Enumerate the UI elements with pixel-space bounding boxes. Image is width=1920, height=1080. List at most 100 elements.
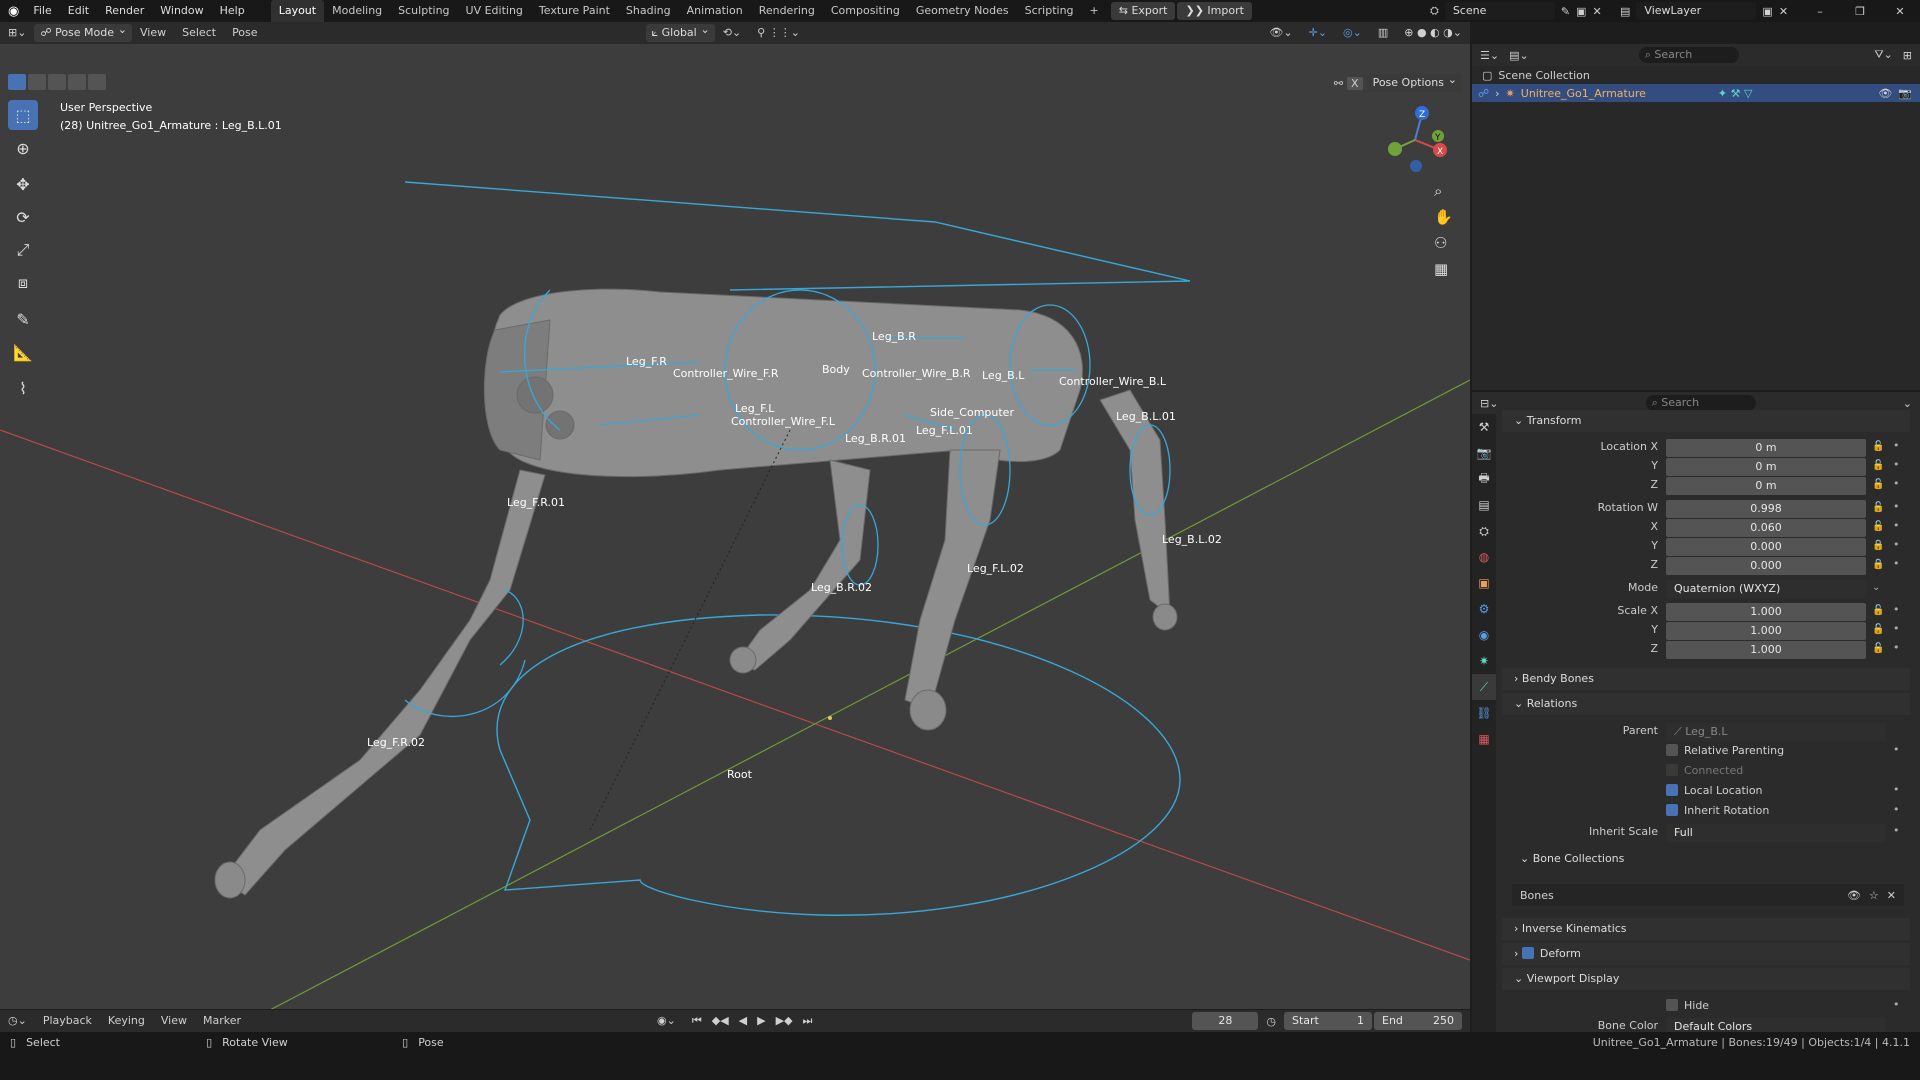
tab-texture-paint[interactable]: Texture Paint (531, 0, 618, 22)
keyframe-dot-icon[interactable]: • (1893, 622, 1900, 635)
scale-z-field[interactable]: 1.000 (1666, 641, 1866, 659)
select-intersect-icon[interactable] (88, 74, 106, 90)
menu-timeline-view[interactable]: View (153, 1010, 195, 1032)
blender-logo-icon[interactable]: ◉ (0, 4, 25, 19)
lock-icon[interactable]: 🔒 (1872, 540, 1884, 551)
location-x-field[interactable]: 0 m (1666, 439, 1866, 457)
keyframe-dot-icon[interactable]: • (1893, 538, 1900, 551)
outliner-search-input[interactable]: ⌕ Search (1638, 47, 1739, 63)
menu-keying[interactable]: Keying (100, 1010, 153, 1032)
tab-animation[interactable]: Animation (679, 0, 751, 22)
menu-playback[interactable]: Playback (35, 1010, 100, 1032)
bone-collections-subpanel[interactable]: ⌄ Bone Collections (1520, 852, 1624, 865)
keyframe-dot-icon[interactable]: • (1893, 458, 1900, 471)
zoom-icon[interactable]: ⌕ (1434, 182, 1453, 200)
tool-tab-icon[interactable]: ⚒ (1472, 414, 1496, 440)
mirror-icon[interactable]: ⚯ (1334, 77, 1343, 90)
world-tab-icon[interactable]: ◍ (1472, 544, 1496, 570)
connected-checkbox[interactable]: Connected (1666, 764, 1743, 777)
menu-file[interactable]: File (25, 0, 59, 22)
display-mode-icon[interactable]: ▤⌄ (1509, 49, 1529, 62)
lock-icon[interactable]: 🔓 (1872, 624, 1884, 635)
bone-constraint-tab-icon[interactable]: ⛓ (1472, 700, 1496, 726)
play-icon[interactable]: ▶ (757, 1014, 765, 1028)
lock-icon[interactable]: 🔓 (1872, 441, 1884, 452)
menu-select[interactable]: Select (174, 22, 224, 44)
bone-collection-item[interactable]: Bones 👁 ☆ ✕ (1512, 884, 1904, 906)
relative-parenting-checkbox[interactable]: Relative Parenting (1666, 744, 1784, 757)
tab-geometry-nodes[interactable]: Geometry Nodes (908, 0, 1017, 22)
scale-x-field[interactable]: 1.000 (1666, 603, 1866, 621)
new-collection-icon[interactable]: ⊞ (1903, 49, 1912, 62)
keyframe-dot-icon[interactable]: • (1893, 824, 1900, 837)
local-location-checkbox[interactable]: Local Location (1666, 784, 1763, 797)
keyframe-dot-icon[interactable]: • (1893, 743, 1900, 756)
render-camera-icon[interactable]: 📷 (1898, 87, 1912, 100)
end-frame-field[interactable]: End 250 (1374, 1012, 1462, 1030)
3d-viewport[interactable]: Leg_B.R Leg_F.R Controller_Wire_F.R Body… (0, 44, 1470, 1009)
play-reverse-icon[interactable]: ◀ (739, 1014, 747, 1028)
keyframe-dot-icon[interactable]: • (1893, 603, 1900, 616)
bone-tab-icon[interactable]: ⟋ (1472, 674, 1496, 700)
outliner-editor-icon[interactable]: ☰⌄ (1480, 49, 1499, 62)
scale-tool-icon[interactable]: ⤢ (8, 235, 38, 265)
keyframe-dot-icon[interactable]: • (1893, 803, 1900, 816)
rotation-y-field[interactable]: 0.000 (1666, 538, 1866, 556)
jump-start-icon[interactable]: ⏮ (692, 1014, 702, 1028)
minimize-icon[interactable]: – (1800, 5, 1840, 18)
gizmo-toggle-icon[interactable]: ✛⌄ (1301, 22, 1335, 44)
viewport-scene[interactable]: Leg_B.R Leg_F.R Controller_Wire_F.R Body… (0, 44, 1470, 1009)
shading-modes[interactable]: ⊕ ● ◐ ◑⌄ (1396, 22, 1470, 44)
keyframe-dot-icon[interactable]: • (1893, 500, 1900, 513)
viewlayer-name-field[interactable]: ViewLayer (1636, 2, 1757, 20)
menu-edit[interactable]: Edit (60, 0, 97, 22)
outliner-item-armature[interactable]: ☍ › ✷ Unitree_Go1_Armature ✦ ⚒ ▽ 👁 📷 (1472, 84, 1920, 102)
camera-view-icon[interactable]: ⚇ (1434, 234, 1453, 252)
keyframe-dot-icon[interactable]: • (1893, 998, 1900, 1011)
inherit-scale-dropdown[interactable]: Full (1666, 824, 1886, 842)
rotation-mode-dropdown[interactable]: Quaternion (WXYZ) (1666, 580, 1866, 598)
rotation-z-field[interactable]: 0.000 (1666, 557, 1866, 575)
deform-panel-header[interactable]: › Deform (1502, 943, 1910, 965)
menu-pose[interactable]: Pose (224, 22, 265, 44)
tab-uv-editing[interactable]: UV Editing (458, 0, 531, 22)
properties-search-input[interactable]: ⌕ Search (1645, 395, 1756, 411)
scene-tab-icon[interactable]: ⛭ (1472, 518, 1496, 544)
tab-shading[interactable]: Shading (618, 0, 679, 22)
lock-icon[interactable]: 🔓 (1872, 479, 1884, 490)
select-invert-icon[interactable] (68, 74, 86, 90)
output-tab-icon[interactable]: 🖶 (1472, 466, 1496, 492)
auto-keying-icon[interactable]: ◉⌄ (649, 1010, 684, 1032)
overlay-toggle-icon[interactable]: ◎⌄ (1335, 22, 1370, 44)
xray-icon[interactable]: ▥ (1370, 22, 1396, 44)
body-bone-shape[interactable] (404, 181, 1191, 291)
keyframe-dot-icon[interactable]: • (1893, 557, 1900, 570)
lock-icon[interactable]: 🔓 (1872, 605, 1884, 616)
bendy-bones-panel-header[interactable]: › Bendy Bones (1502, 668, 1910, 690)
transform-orientation-selector[interactable]: ⟀ Global (645, 21, 715, 42)
tab-modeling[interactable]: Modeling (324, 0, 390, 22)
snap-icon[interactable]: ⚲ ⋮⋮⌄ (749, 22, 808, 44)
tab-scripting[interactable]: Scripting (1017, 0, 1082, 22)
cursor-tool-icon[interactable]: ⊕ (8, 133, 38, 163)
close-icon[interactable]: ✕ (1887, 889, 1896, 902)
lock-icon[interactable]: 🔓 (1872, 460, 1884, 471)
location-z-field[interactable]: 0 m (1666, 477, 1866, 495)
lock-icon[interactable]: 🔓 (1872, 521, 1884, 532)
hide-checkbox[interactable]: Hide (1666, 999, 1709, 1012)
modifier-tab-icon[interactable]: ⚙ (1472, 596, 1496, 622)
move-tool-icon[interactable]: ✥ (8, 169, 38, 199)
measure-tool-icon[interactable]: 📐 (8, 337, 38, 367)
pose-options-dropdown[interactable]: Pose Options (1366, 71, 1462, 92)
star-icon[interactable]: ☆ (1869, 889, 1879, 902)
current-frame-field[interactable]: 28 (1192, 1012, 1259, 1030)
visibility-icon[interactable]: 👁⌄ (1261, 22, 1300, 44)
pan-hand-icon[interactable]: ✋ (1434, 208, 1453, 226)
lock-icon[interactable]: 🔓 (1872, 643, 1884, 654)
armature-data-icon[interactable]: ✦ ⚒ ▽ (1718, 87, 1753, 100)
parent-field[interactable]: ⟋ Leg_B.L (1666, 723, 1886, 741)
next-keyframe-icon[interactable]: ▶◆ (776, 1014, 793, 1028)
start-frame-field[interactable]: Start 1 (1284, 1012, 1372, 1030)
rotation-w-field[interactable]: 0.998 (1666, 500, 1866, 518)
lock-icon[interactable]: 🔒 (1872, 559, 1884, 570)
